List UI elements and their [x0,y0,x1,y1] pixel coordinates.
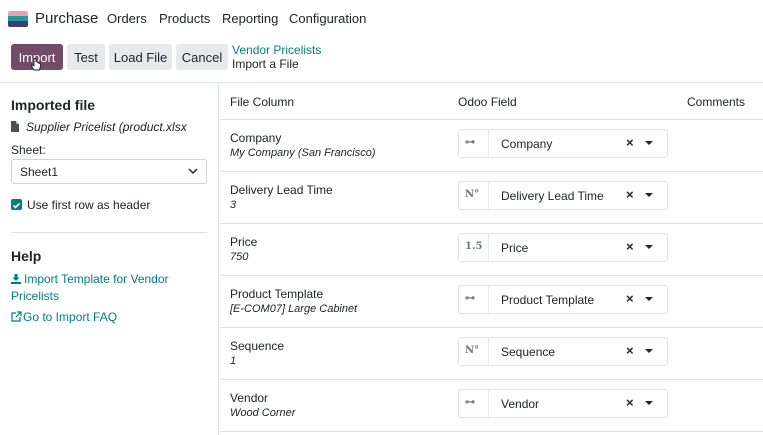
caret-down-icon[interactable] [645,349,653,353]
download-icon [11,274,21,284]
menu-configuration[interactable]: Configuration [289,11,366,26]
hand-cursor-icon [30,58,41,71]
field-type-separator [488,390,489,417]
table-row: Delivery Lead Time 3 N° Delivery Lead Time × [220,172,763,224]
field-type-separator [488,234,489,261]
checkmark-icon [12,202,21,209]
menu-orders[interactable]: Orders [107,11,147,26]
cancel-button[interactable]: Cancel [176,44,228,70]
clear-icon[interactable]: × [626,292,636,305]
file-column-name: Product Template [230,287,324,301]
file-column-sample: 1 [230,355,237,367]
imported-file-name: Supplier Pricelist (product.xlsx [26,120,187,134]
clear-icon[interactable]: × [626,136,636,149]
clear-icon[interactable]: × [626,344,636,357]
import-faq-link[interactable]: Go to Import FAQ [11,310,117,324]
help-heading: Help [11,248,42,264]
file-column-sample: Wood Corner [230,407,296,419]
relation-icon: ⊶ [465,137,475,148]
field-type-separator [488,182,489,209]
table-row: Price 750 1.5 Price × [220,224,763,276]
breadcrumb-vendor-pricelists[interactable]: Vendor Pricelists [232,43,321,57]
field-type-separator [488,338,489,365]
file-icon [11,121,19,132]
sheet-select[interactable]: Sheet1 [11,159,207,184]
odoo-field-select[interactable]: ⊶ Company × [458,129,668,158]
sidebar-divider [11,232,207,233]
file-column-sample: 750 [230,251,249,263]
field-type-separator [488,130,489,157]
import-template-label[interactable]: Import Template for Vendor Pricelists [11,272,169,303]
use-header-checkbox[interactable] [11,199,22,210]
sheet-label: Sheet: [11,143,46,157]
purchase-app-icon[interactable] [8,11,28,27]
file-column-name: Company [230,131,282,145]
float-icon: 1.5 [465,241,483,252]
caret-down-icon[interactable] [645,297,653,301]
odoo-field-select[interactable]: ⊶ Vendor × [458,389,668,418]
table-row: Company My Company (San Francisco) ⊶ Compan… [220,120,763,172]
file-column-sample: My Company (San Francisco) [230,147,376,159]
clear-icon[interactable]: × [626,240,636,253]
odoo-field-select[interactable]: N° Sequence × [458,337,668,366]
menu-reporting[interactable]: Reporting [222,11,278,26]
sheet-select-value: Sheet1 [20,165,59,179]
odoo-field-value: Price [501,241,529,255]
clear-icon[interactable]: × [626,396,636,409]
header-odoo-field: Odoo Field [458,95,517,109]
header-file-column: File Column [230,95,295,109]
relation-icon: ⊶ [465,293,475,304]
top-navbar: Purchase Orders Products Reporting Confi… [0,0,763,37]
file-column-sample: [E-COM07] Large Cabinet [230,303,358,315]
use-header-label[interactable]: Use first row as header [27,198,150,212]
file-column-name: Vendor [230,391,269,405]
load-file-button[interactable]: Load File [109,44,172,70]
caret-down-icon[interactable] [645,193,653,197]
external-link-icon [11,311,22,322]
import-options-sidebar: Imported file Supplier Pricelist (produc… [0,83,219,435]
column-mapping-table: File Column Odoo Field Comments Company M… [220,83,763,435]
chevron-down-icon [188,168,198,175]
file-column-name: Delivery Lead Time [230,183,333,197]
file-column-name: Sequence [230,339,285,353]
integer-icon: N° [465,189,480,200]
odoo-field-value: Delivery Lead Time [501,189,604,203]
imported-file-heading: Imported file [11,97,96,113]
test-button[interactable]: Test [67,44,105,70]
table-row: Vendor Wood Corner ⊶ Vendor × [220,380,763,432]
menu-products[interactable]: Products [159,11,210,26]
odoo-field-select[interactable]: 1.5 Price × [458,233,668,262]
caret-down-icon[interactable] [645,141,653,145]
file-column-sample: 3 [230,199,237,211]
relation-icon: ⊶ [465,397,475,408]
control-panel: Import Test Load File Cancel Vendor Pric… [0,37,763,83]
breadcrumb-current: Import a File [232,57,299,71]
integer-icon: N° [465,345,480,356]
header-comments: Comments [687,95,746,109]
clear-icon[interactable]: × [626,188,636,201]
caret-down-icon[interactable] [645,401,653,405]
app-name[interactable]: Purchase [35,10,98,27]
odoo-field-value: Product Template [501,293,595,307]
odoo-field-value: Vendor [501,397,540,411]
file-column-name: Price [230,235,258,249]
odoo-field-value: Sequence [501,345,556,359]
field-type-separator [488,286,489,313]
odoo-field-value: Company [501,137,553,151]
odoo-field-select[interactable]: N° Delivery Lead Time × [458,181,668,210]
import-faq-label[interactable]: Go to Import FAQ [23,310,117,324]
import-template-link[interactable]: Import Template for Vendor Pricelists [11,271,201,305]
table-row: Product Template [E-COM07] Large Cabinet ⊶… [220,276,763,328]
caret-down-icon[interactable] [645,245,653,249]
odoo-field-select[interactable]: ⊶ Product Template × [458,285,668,314]
table-row: Sequence 1 N° Sequence × [220,328,763,380]
